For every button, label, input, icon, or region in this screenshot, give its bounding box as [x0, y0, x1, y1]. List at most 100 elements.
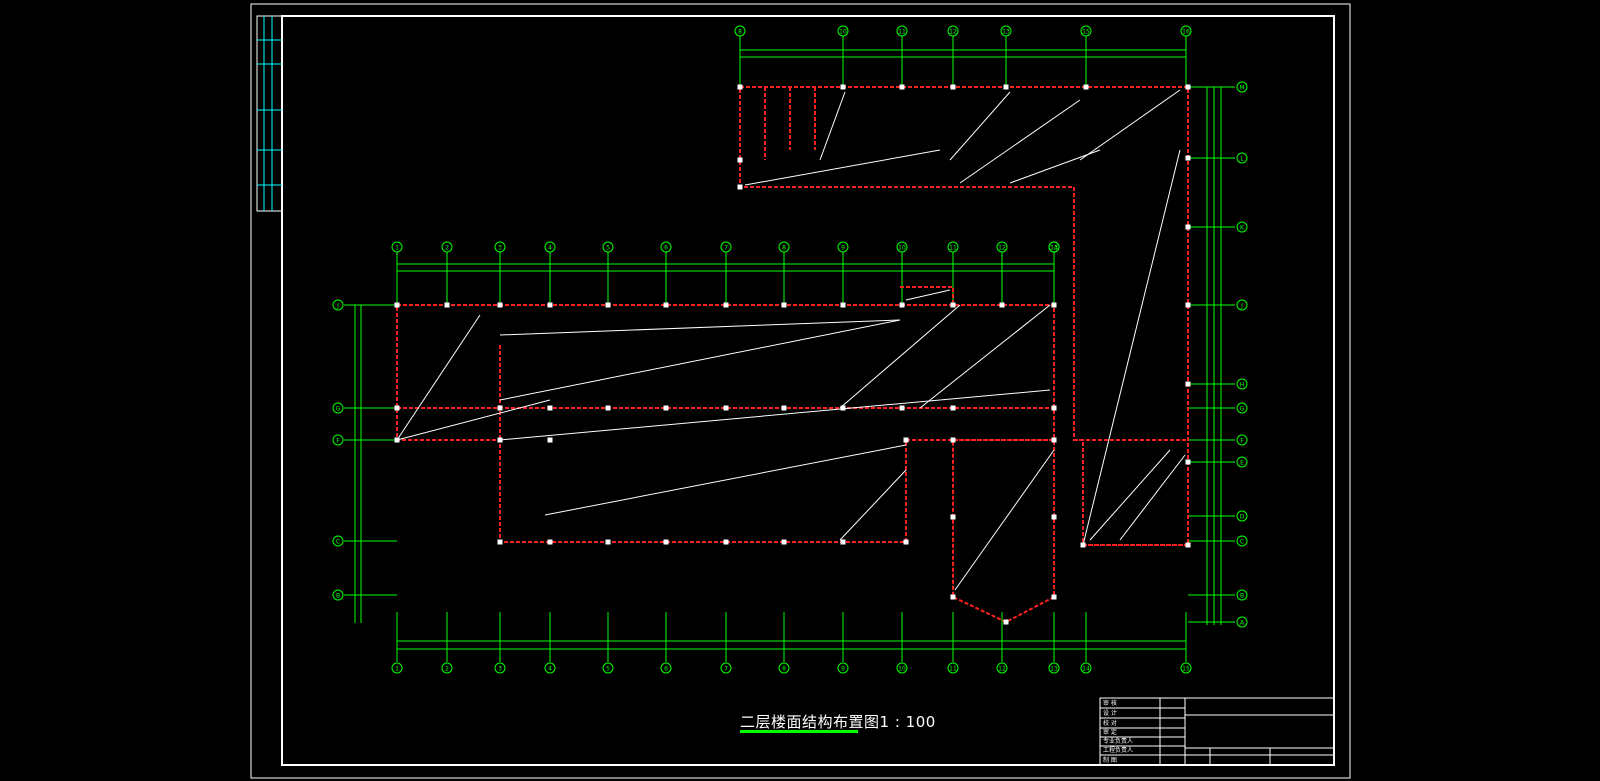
axis-bubble-bottom-11: 11 — [947, 662, 959, 674]
column — [663, 539, 669, 545]
title-block-rows: 审 核设 计校 对审 定专业负责人工程负责人制 图 — [1103, 699, 1133, 764]
axis-bubble-midtop-1: 1 — [391, 241, 403, 253]
column — [1185, 84, 1191, 90]
drawing-title: 二层楼面结构布置图1 : 100 — [740, 711, 936, 732]
svg-text:1: 1 — [395, 666, 399, 673]
axis-bubble-midtop-6: 6 — [660, 241, 672, 253]
axis-bubble-bottom-12: 12 — [996, 662, 1008, 674]
axis-bubble-right-K: K — [1236, 221, 1248, 233]
axis-bubble-midtop-11: 11 — [947, 241, 959, 253]
axis-bubble-right-M: M — [1236, 81, 1248, 93]
svg-text:6: 6 — [664, 245, 668, 252]
axis-bubble-midtop-12: 12 — [996, 241, 1008, 253]
column — [1185, 302, 1191, 308]
axis-bubble-right-D: D — [1236, 510, 1248, 522]
drawing-title-cn: 二层楼面结构布置图 — [740, 713, 880, 731]
structural-drawing: 1 2 3 4 5 6 7 8 9 10 11 12 13 14 15 1 2 3 4 5 6 7 8 9 10 11 12 131… — [250, 3, 1351, 779]
axis-bubble-bottom-2: 2 — [441, 662, 453, 674]
axis-bubble-right-J: J — [1236, 299, 1248, 311]
left-axis-column: J G F C B — [332, 299, 397, 601]
svg-text:E: E — [1240, 460, 1244, 467]
column — [1051, 405, 1057, 411]
title-block-row-label: 校 对 — [1103, 719, 1117, 727]
dimension-lines — [354, 49, 1222, 650]
axis-bubble-bottom-9: 9 — [837, 662, 849, 674]
axis-bubble-right-B: B — [1236, 589, 1248, 601]
column — [950, 437, 956, 443]
svg-text:F: F — [1240, 438, 1244, 445]
column — [444, 302, 450, 308]
svg-text:C: C — [336, 539, 340, 546]
svg-text:4: 4 — [548, 245, 552, 252]
axis-bubble-right-G: G — [1236, 402, 1248, 414]
svg-text:12: 12 — [949, 29, 957, 36]
title-underline — [740, 730, 858, 733]
axis-bubble-midtop-7: 7 — [720, 241, 732, 253]
svg-text:M: M — [1239, 85, 1244, 92]
column — [950, 84, 956, 90]
svg-text:8: 8 — [738, 29, 742, 36]
column — [497, 302, 503, 308]
svg-text:12: 12 — [998, 245, 1006, 252]
slab-diagonals — [396, 89, 1186, 591]
svg-text:2: 2 — [445, 666, 449, 673]
svg-text:A: A — [1240, 620, 1245, 627]
svg-text:4: 4 — [548, 666, 552, 673]
axis-bubble-left-C: C — [332, 535, 344, 547]
column — [899, 84, 905, 90]
title-block-row-label: 设 计 — [1103, 709, 1117, 717]
column — [497, 437, 503, 443]
column — [547, 437, 553, 443]
column — [547, 405, 553, 411]
column — [663, 302, 669, 308]
axis-bubble-uptop-13: 13 — [1000, 25, 1012, 37]
column — [394, 302, 400, 308]
axis-bubble-left-F: F — [332, 434, 344, 446]
svg-text:14: 14 — [1050, 245, 1058, 252]
column — [781, 302, 787, 308]
axis-bubble-bottom-15: 15 — [1180, 662, 1192, 674]
axis-bubble-uptop-11: 11 — [896, 25, 908, 37]
svg-text:7: 7 — [724, 666, 728, 673]
title-block-row-label: 制 图 — [1103, 756, 1117, 764]
axis-bubble-bottom-10: 10 — [896, 662, 908, 674]
axis-bubble-midtop-14: 14 — [1048, 241, 1060, 253]
svg-text:5: 5 — [606, 666, 610, 673]
svg-text:16: 16 — [1182, 29, 1190, 36]
svg-text:12: 12 — [998, 666, 1006, 673]
svg-text:B: B — [1240, 593, 1244, 600]
column — [723, 539, 729, 545]
axis-bubble-right-H: H — [1236, 378, 1248, 390]
column — [605, 302, 611, 308]
axis-bubble-uptop-10: 10 — [837, 25, 849, 37]
svg-text:10: 10 — [839, 29, 847, 36]
axis-bubble-uptop-16: 16 — [1180, 25, 1192, 37]
axis-bubble-right-E: E — [1236, 456, 1248, 468]
axis-bubble-midtop-4: 4 — [544, 241, 556, 253]
axis-bubble-bottom-3: 3 — [494, 662, 506, 674]
axis-bubble-left-G: G — [332, 402, 344, 414]
svg-text:11: 11 — [949, 245, 957, 252]
svg-text:8: 8 — [782, 666, 786, 673]
svg-text:2: 2 — [445, 245, 449, 252]
axis-bubble-midtop-9: 9 — [837, 241, 849, 253]
svg-text:10: 10 — [898, 666, 906, 673]
svg-text:13: 13 — [1002, 29, 1010, 36]
column — [1051, 514, 1057, 520]
column — [605, 539, 611, 545]
column-markers — [394, 84, 1191, 625]
svg-text:H: H — [1240, 382, 1245, 389]
svg-text:15: 15 — [1182, 666, 1190, 673]
title-block-row-label: 专业负责人 — [1103, 737, 1133, 745]
svg-text:C: C — [1240, 539, 1244, 546]
column — [1083, 84, 1089, 90]
svg-text:5: 5 — [606, 245, 610, 252]
axis-bubble-uptop-8: 8 — [734, 25, 746, 37]
axis-bubble-bottom-14: 14 — [1080, 662, 1092, 674]
column — [1003, 619, 1009, 625]
column — [1003, 84, 1009, 90]
axis-bubble-right-C: C — [1236, 535, 1248, 547]
right-axis-column: M L K J H G F E D C B A — [1188, 81, 1248, 628]
axis-bubble-bottom-6: 6 — [660, 662, 672, 674]
column — [1051, 437, 1057, 443]
